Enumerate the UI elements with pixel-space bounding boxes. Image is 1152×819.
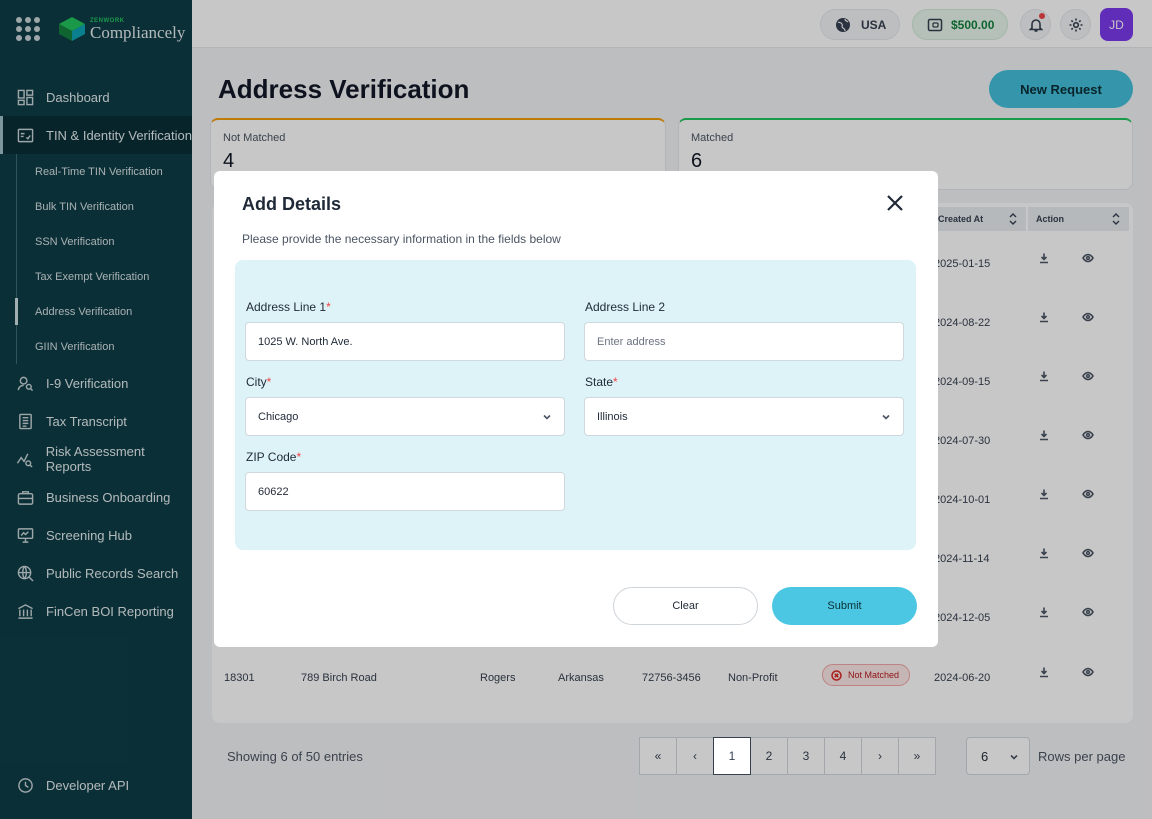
city-label: City* — [246, 375, 271, 389]
chevron-down-icon — [882, 414, 890, 420]
field-label-text: Address Line 1 — [246, 300, 327, 314]
modal-subtitle: Please provide the necessary information… — [242, 232, 561, 246]
close-button[interactable] — [882, 191, 908, 217]
field-label-text: ZIP Code — [246, 450, 297, 464]
field-label-text: City — [246, 375, 267, 389]
required-mark: * — [326, 300, 331, 314]
close-icon — [887, 194, 903, 211]
modal-title: Add Details — [242, 194, 342, 214]
clear-button[interactable]: Clear — [613, 587, 758, 625]
page-button[interactable]: 1 — [713, 737, 751, 775]
address-form: Address Line 1* Address Line 2 City* Chi… — [235, 260, 916, 550]
address1-label: Address Line 1* — [246, 300, 331, 314]
state-select[interactable]: Illinois — [584, 397, 904, 436]
add-details-modal: Add Details Please provide the necessary… — [214, 171, 938, 647]
required-mark: * — [266, 375, 272, 389]
required-mark: * — [296, 450, 302, 464]
state-label: State* — [585, 375, 618, 389]
chevron-down-icon — [543, 414, 551, 420]
address2-label: Address Line 2 — [585, 300, 666, 314]
address1-input[interactable] — [245, 322, 565, 361]
zip-label: ZIP Code* — [246, 450, 301, 464]
field-label-text: State — [585, 375, 614, 389]
city-value: Chicago — [258, 410, 299, 423]
state-value: Illinois — [597, 410, 628, 423]
required-mark: * — [613, 375, 618, 389]
city-select[interactable]: Chicago — [245, 397, 565, 436]
zip-input[interactable] — [245, 472, 565, 511]
submit-button[interactable]: Submit — [772, 587, 917, 625]
address2-input[interactable] — [584, 322, 904, 361]
